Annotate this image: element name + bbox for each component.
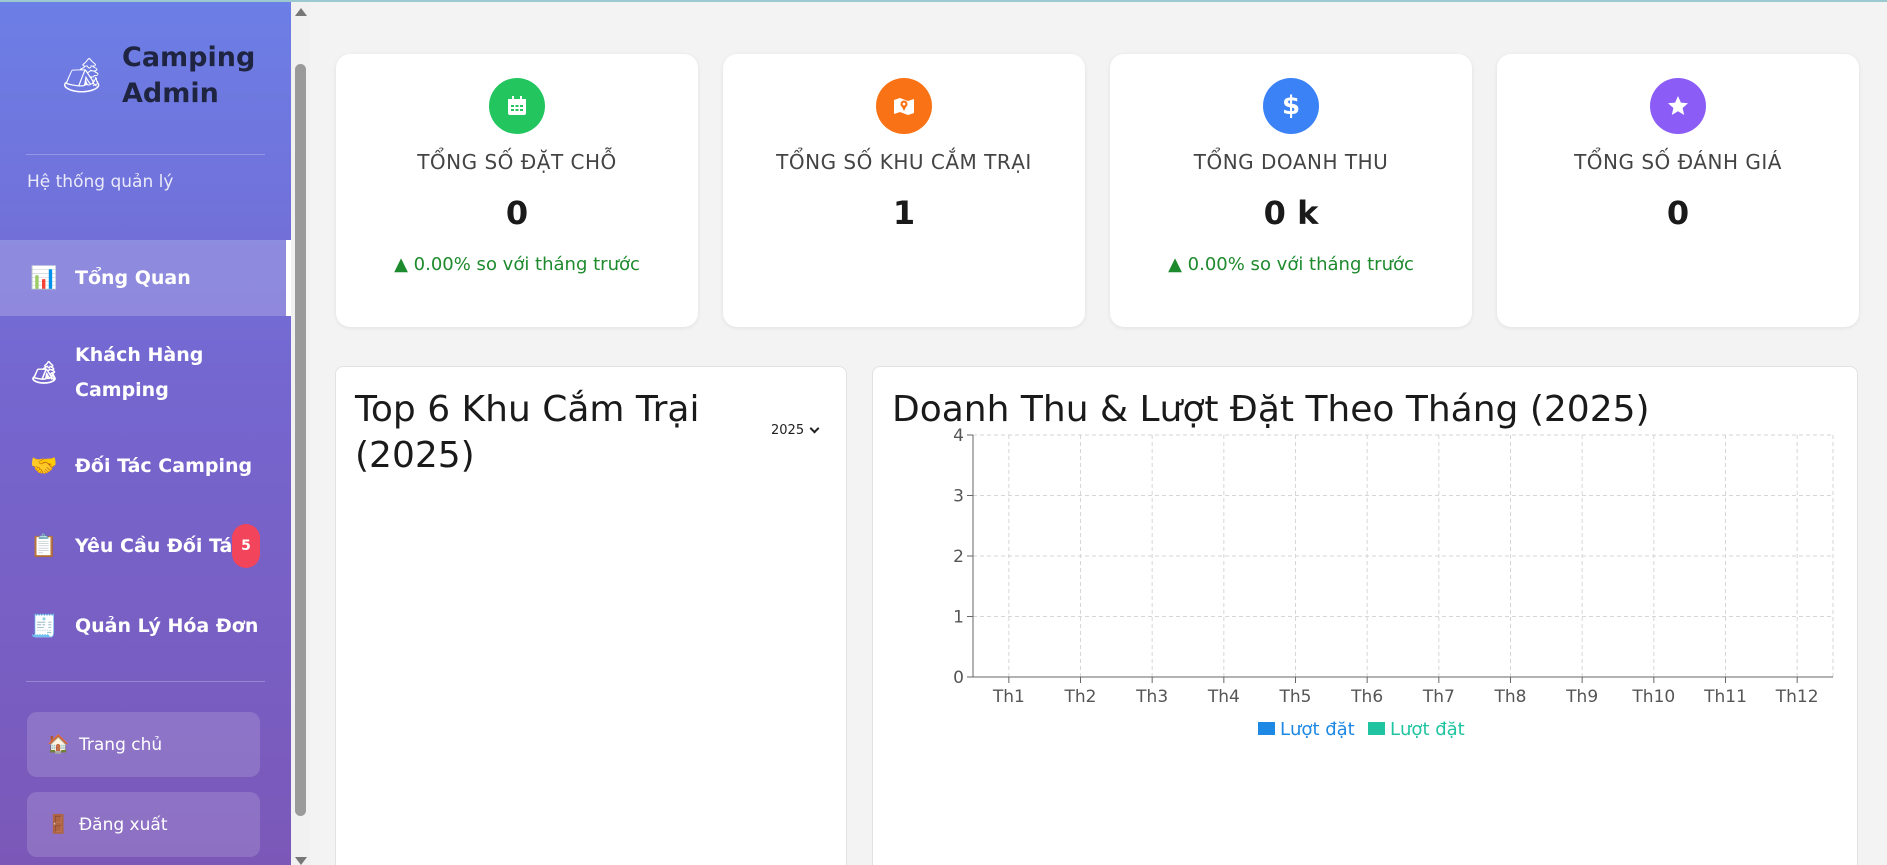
stat-label: TỔNG SỐ ĐÁNH GIÁ bbox=[1574, 150, 1782, 174]
sidebar-subtitle: Hệ thống quản lý bbox=[27, 172, 174, 192]
x-tick-label: Th7 bbox=[1422, 687, 1455, 707]
notification-badge: 5 bbox=[232, 524, 260, 568]
sidebar: 🏕 Camping Admin Hệ thống quản lý 📊 Tổng … bbox=[0, 2, 291, 865]
brand-title: Camping Admin bbox=[122, 42, 256, 109]
sidebar-item-overview[interactable]: 📊 Tổng Quan bbox=[0, 240, 291, 316]
monthly-chart: 0 1 2 3 4 Th1 Th2 Th3 Th4 Th5 Th6 Th7 Th8 Th9 Th10 Th11… bbox=[953, 427, 1834, 740]
sidebar-item-partner-requests[interactable]: 📋 Yêu Cầu Đối Tác 5 bbox=[0, 506, 291, 586]
y-tick-label: 1 bbox=[953, 608, 964, 628]
stat-card-bookings: TỔNG SỐ ĐẶT CHỖ 0 ▲ 0.00% so với tháng t… bbox=[336, 54, 698, 327]
stat-card-reviews: TỔNG SỐ ĐÁNH GIÁ 0 bbox=[1497, 54, 1859, 327]
chevron-down-icon bbox=[809, 423, 820, 434]
stat-value: 0 k bbox=[1263, 194, 1319, 232]
legend-label: Lượt đặt bbox=[1390, 719, 1465, 740]
x-tick-label: Th12 bbox=[1775, 687, 1819, 707]
dollar-icon: $ bbox=[1263, 78, 1319, 134]
scroll-down-arrow-icon[interactable] bbox=[295, 857, 307, 865]
home-button[interactable]: 🏠 Trang chủ bbox=[27, 712, 260, 777]
panel-title: Top 6 Khu Cắm Trại (2025) bbox=[355, 389, 700, 476]
bar-chart-icon: 📊 bbox=[30, 265, 58, 291]
sidebar-divider bbox=[26, 154, 265, 155]
y-tick-label: 2 bbox=[953, 547, 964, 567]
home-icon: 🏠 bbox=[47, 734, 70, 755]
monthly-chart-panel: Doanh Thu & Lượt Đặt Theo Tháng (2025) 0… bbox=[872, 366, 1858, 865]
x-tick-label: Th6 bbox=[1350, 687, 1383, 707]
sidebar-divider-bottom bbox=[26, 681, 265, 682]
receipt-icon: 🧾 bbox=[30, 613, 58, 639]
x-tick-label: Th11 bbox=[1703, 687, 1747, 707]
logout-button[interactable]: 🚪 Đăng xuất bbox=[27, 792, 260, 857]
stat-change: ▲ 0.00% so với tháng trước bbox=[1168, 254, 1414, 275]
map-pin-icon bbox=[876, 78, 932, 134]
stat-value: 1 bbox=[892, 194, 916, 232]
y-tick-label: 0 bbox=[953, 668, 964, 688]
camping-logo-icon: 🏕 bbox=[60, 56, 104, 96]
top-campsites-panel: Top 6 Khu Cắm Trại (2025) 2025 bbox=[335, 366, 847, 865]
stat-card-revenue: $ TỔNG DOANH THU 0 k ▲ 0.00% so với thán… bbox=[1110, 54, 1472, 327]
sidebar-nav: 📊 Tổng Quan 🏕 Khách Hàng Camping 🤝 Đối T… bbox=[0, 240, 291, 666]
stat-value: 0 bbox=[1666, 194, 1690, 232]
stat-label: TỔNG SỐ KHU CẮM TRẠI bbox=[776, 150, 1032, 174]
x-tick-label: Th5 bbox=[1279, 687, 1312, 707]
calendar-icon bbox=[489, 78, 545, 134]
stat-label: TỔNG SỐ ĐẶT CHỖ bbox=[417, 150, 617, 174]
x-tick-label: Th8 bbox=[1494, 687, 1527, 707]
x-tick-label: Th10 bbox=[1631, 687, 1675, 707]
sidebar-item-customers[interactable]: 🏕 Khách Hàng Camping bbox=[0, 316, 291, 426]
year-select[interactable]: 2025 bbox=[771, 423, 820, 438]
sidebar-item-invoices[interactable]: 🧾 Quản Lý Hóa Đơn bbox=[0, 586, 291, 666]
legend-swatch bbox=[1368, 722, 1385, 735]
legend-swatch bbox=[1258, 722, 1275, 735]
scroll-up-arrow-icon[interactable] bbox=[295, 8, 307, 16]
door-icon: 🚪 bbox=[47, 814, 70, 835]
brand[interactable]: 🏕 Camping Admin bbox=[60, 40, 255, 112]
handshake-icon: 🤝 bbox=[30, 453, 58, 479]
y-tick-label: 4 bbox=[953, 427, 964, 446]
legend-label: Lượt đặt bbox=[1280, 719, 1355, 740]
x-tick-label: Th3 bbox=[1135, 687, 1168, 707]
clipboard-icon: 📋 bbox=[30, 533, 58, 559]
sidebar-scrollbar[interactable] bbox=[291, 2, 310, 865]
stat-card-campsites: TỔNG SỐ KHU CẮM TRẠI 1 bbox=[723, 54, 1085, 327]
x-tick-label: Th9 bbox=[1565, 687, 1598, 707]
stat-value: 0 bbox=[505, 194, 529, 232]
camping-icon: 🏕 bbox=[30, 360, 58, 386]
x-tick-label: Th2 bbox=[1064, 687, 1097, 707]
y-tick-label: 3 bbox=[953, 487, 964, 507]
x-tick-label: Th4 bbox=[1207, 687, 1240, 707]
x-tick-label: Th1 bbox=[992, 687, 1025, 707]
stat-label: TỔNG DOANH THU bbox=[1193, 150, 1389, 174]
stat-change: ▲ 0.00% so với tháng trước bbox=[394, 254, 640, 275]
sidebar-item-partners[interactable]: 🤝 Đối Tác Camping bbox=[0, 426, 291, 506]
star-icon bbox=[1650, 78, 1706, 134]
scroll-thumb[interactable] bbox=[295, 64, 306, 816]
